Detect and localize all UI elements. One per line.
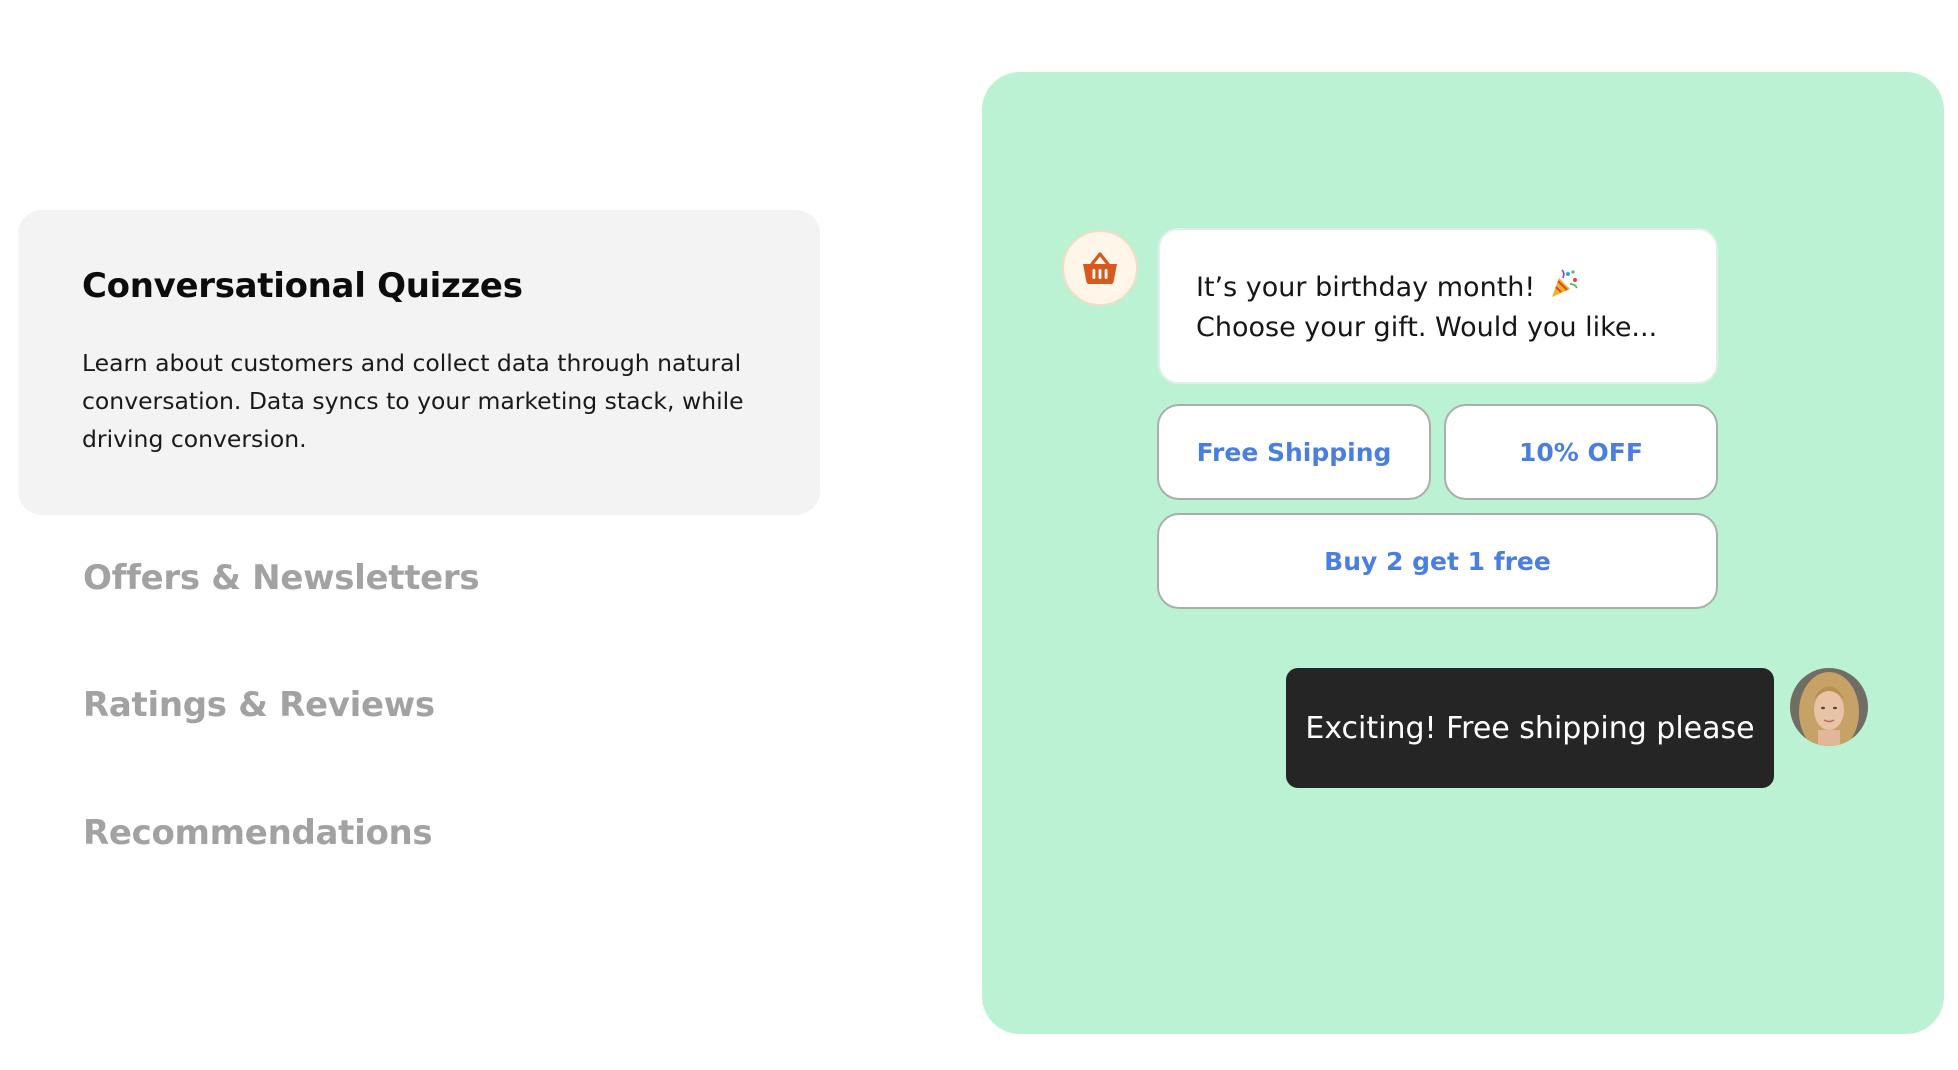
bot-message-bubble: It’s your birthday month! Choose your gi… — [1158, 228, 1718, 384]
basket-icon — [1083, 252, 1117, 284]
party-popper-icon — [1551, 269, 1578, 297]
page: Conversational Quizzes Learn about custo… — [0, 0, 1958, 1070]
bot-avatar — [1062, 230, 1138, 306]
tab-recommendations[interactable]: Recommendations — [83, 813, 433, 853]
bot-message-line2: Choose your gift. Would you like... — [1196, 312, 1658, 343]
bot-message-line1-row: It’s your birthday month! — [1196, 268, 1680, 308]
bot-message-line1: It’s your birthday month! — [1196, 272, 1536, 303]
chat-preview-panel: It’s your birthday month! Choose your gi… — [982, 72, 1944, 1034]
tab-offers-newsletters[interactable]: Offers & Newsletters — [83, 558, 480, 598]
option-free-shipping-button[interactable]: Free Shipping — [1157, 404, 1431, 500]
option-buy-2-get-1-button[interactable]: Buy 2 get 1 free — [1157, 513, 1718, 609]
user-message-text: Exciting! Free shipping please — [1305, 710, 1755, 746]
option-10-off-button[interactable]: 10% OFF — [1444, 404, 1718, 500]
user-avatar-photo — [1790, 668, 1868, 746]
feature-description: Learn about customers and collect data t… — [82, 349, 744, 453]
tab-ratings-reviews[interactable]: Ratings & Reviews — [83, 685, 435, 725]
user-message-bubble: Exciting! Free shipping please — [1286, 668, 1774, 788]
feature-title: Conversational Quizzes — [82, 266, 523, 306]
user-avatar — [1790, 668, 1868, 746]
feature-card-active[interactable]: Conversational Quizzes Learn about custo… — [18, 210, 820, 515]
